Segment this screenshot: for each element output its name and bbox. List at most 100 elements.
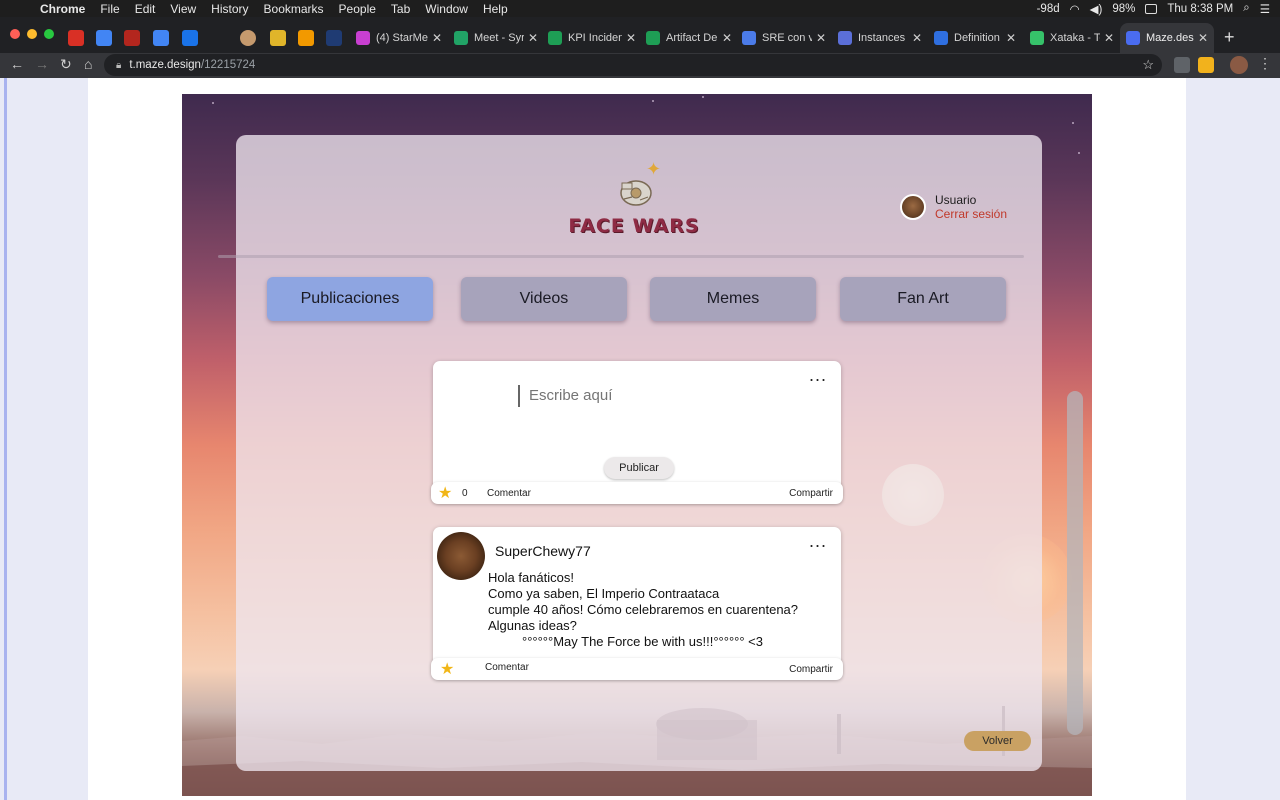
pinned-tab-gmail-icon[interactable]: [68, 30, 84, 46]
back-button[interactable]: Volver: [964, 731, 1031, 751]
tab-xataka[interactable]: Xataka - Te ✕: [1030, 23, 1114, 53]
menu-help[interactable]: Help: [483, 2, 508, 16]
menu-tab[interactable]: Tab: [391, 2, 410, 16]
star-like-icon[interactable]: ★: [440, 659, 454, 679]
tab-fan-art[interactable]: Fan Art: [840, 277, 1006, 321]
tab-kpi[interactable]: KPI Inciden ✕: [548, 23, 636, 53]
back-arrow-icon[interactable]: ←: [10, 56, 24, 72]
home-icon[interactable]: ⌂: [84, 56, 92, 72]
window-controls: [10, 29, 54, 39]
minimize-window-button[interactable]: [27, 29, 37, 39]
post-more-icon[interactable]: ...: [809, 531, 827, 552]
clock[interactable]: Thu 8:38 PM: [1167, 3, 1233, 15]
tab-title: (4) StarMe: [376, 32, 428, 44]
publish-button[interactable]: Publicar: [604, 457, 674, 479]
close-tab-icon[interactable]: ✕: [1198, 31, 1208, 45]
lock-icon[interactable]: 🔒︎: [116, 60, 121, 71]
menu-view[interactable]: View: [170, 2, 196, 16]
menu-people[interactable]: People: [339, 2, 376, 16]
menu-history[interactable]: History: [211, 2, 248, 16]
share-button[interactable]: Compartir: [789, 664, 833, 675]
comment-button[interactable]: Comentar: [485, 662, 529, 673]
bookmark-star-icon[interactable]: ☆: [1142, 57, 1154, 73]
extension-hand-icon[interactable]: [1198, 57, 1214, 73]
tab-title: Meet - Syr: [474, 32, 524, 44]
pinned-tab-analytics-icon[interactable]: [298, 30, 314, 46]
profile-avatar[interactable]: [1230, 56, 1248, 74]
menu-edit[interactable]: Edit: [135, 2, 156, 16]
pinned-tab-x-icon[interactable]: [326, 30, 342, 46]
post-line: Algunas ideas?: [488, 618, 577, 633]
control-center-icon[interactable]: ☰: [1260, 2, 1270, 16]
sparkle-icon: ✦: [646, 159, 662, 179]
tab-meet[interactable]: Meet - Syr ✕: [454, 23, 538, 53]
browser-tab-strip: (4) StarMe ✕ Meet - Syr ✕ KPI Inciden ✕ …: [0, 17, 1280, 53]
tab-maze-active[interactable]: Maze.desig ✕: [1120, 23, 1214, 53]
chrome-menu-icon[interactable]: ⋮: [1258, 55, 1272, 72]
composer-more-icon[interactable]: ...: [809, 365, 827, 386]
tab-memes[interactable]: Memes: [650, 277, 816, 321]
post-author-avatar[interactable]: [437, 532, 485, 580]
post-line: °°°°°°May The Force be with us!!!°°°°°° …: [522, 634, 763, 649]
battery-icon[interactable]: [1145, 3, 1158, 14]
post-body: Hola fanáticos! Como ya saben, El Imperi…: [488, 570, 798, 650]
wifi-icon[interactable]: ◠: [1070, 2, 1080, 16]
menu-app-name[interactable]: Chrome: [40, 2, 85, 16]
pinned-tab-mail-icon[interactable]: [124, 30, 140, 46]
user-avatar[interactable]: [900, 194, 926, 220]
pinned-tab-avatar-icon[interactable]: [240, 30, 256, 46]
tab-instances[interactable]: Instances ✕: [838, 23, 922, 53]
close-tab-icon[interactable]: ✕: [1104, 31, 1114, 45]
close-tab-icon[interactable]: ✕: [816, 31, 826, 45]
feed-scrollbar[interactable]: [1067, 391, 1083, 735]
zoom-window-button[interactable]: [44, 29, 54, 39]
pinned-tab-calendar-icon[interactable]: [96, 30, 112, 46]
tab-favicon-icon: [1030, 31, 1044, 45]
logout-link[interactable]: Cerrar sesión: [935, 207, 1007, 221]
like-count: 0: [462, 488, 468, 499]
comment-button[interactable]: Comentar: [487, 488, 531, 499]
pinned-tab-shield-icon[interactable]: [182, 30, 198, 46]
menu-bookmarks[interactable]: Bookmarks: [264, 2, 324, 16]
battery-status[interactable]: 98%: [1112, 3, 1135, 15]
close-tab-icon[interactable]: ✕: [1006, 31, 1016, 45]
close-window-button[interactable]: [10, 29, 20, 39]
forward-arrow-icon[interactable]: →: [35, 56, 49, 72]
tab-title: SRE con vi: [762, 32, 812, 44]
share-button[interactable]: Compartir: [789, 488, 833, 499]
reload-icon[interactable]: ↻: [60, 56, 72, 73]
post-author-name[interactable]: SuperChewy77: [495, 543, 591, 559]
tab-videos[interactable]: Videos: [461, 277, 627, 321]
address-bar[interactable]: 🔒︎ t.maze.design/12215724 ☆: [104, 54, 1162, 76]
text-caret: [518, 385, 520, 407]
tab-definition[interactable]: Definition ✕: [934, 23, 1016, 53]
tab-title: KPI Inciden: [568, 32, 622, 44]
extension-grid-icon[interactable]: [1174, 57, 1190, 73]
pinned-tab-calendar-icon[interactable]: [153, 30, 169, 46]
close-tab-icon[interactable]: ✕: [528, 31, 538, 45]
post-line: Hola fanáticos!: [488, 570, 574, 585]
tab-title: Xataka - Te: [1050, 32, 1100, 44]
close-tab-icon[interactable]: ✕: [626, 31, 636, 45]
url-host: t.maze.design: [129, 59, 201, 71]
new-tab-icon[interactable]: +: [1224, 27, 1235, 48]
pinned-tab-miro-icon[interactable]: [270, 30, 286, 46]
url-path: /12215724: [200, 59, 256, 71]
close-tab-icon[interactable]: ✕: [912, 31, 922, 45]
menu-window[interactable]: Window: [425, 2, 468, 16]
tab-starmeet[interactable]: (4) StarMe ✕: [356, 23, 442, 53]
macos-menu-bar: Chrome File Edit View History Bookmarks …: [0, 0, 1280, 17]
volume-icon[interactable]: ◀): [1090, 2, 1103, 16]
post-line: Como ya saben, El Imperio Contraataca: [488, 586, 720, 601]
tab-publicaciones[interactable]: Publicaciones: [267, 277, 433, 321]
close-tab-icon[interactable]: ✕: [722, 31, 732, 45]
tab-favicon-icon: [454, 31, 468, 45]
menu-file[interactable]: File: [100, 2, 119, 16]
star-like-icon[interactable]: ★: [438, 483, 452, 503]
tab-artifact[interactable]: Artifact De ✕: [646, 23, 732, 53]
post-text-input[interactable]: [529, 387, 779, 404]
temperature-status[interactable]: -98d: [1037, 3, 1060, 15]
tab-sre[interactable]: SRE con vi ✕: [742, 23, 826, 53]
spotlight-icon[interactable]: ⌕: [1243, 2, 1249, 15]
close-tab-icon[interactable]: ✕: [432, 31, 442, 45]
